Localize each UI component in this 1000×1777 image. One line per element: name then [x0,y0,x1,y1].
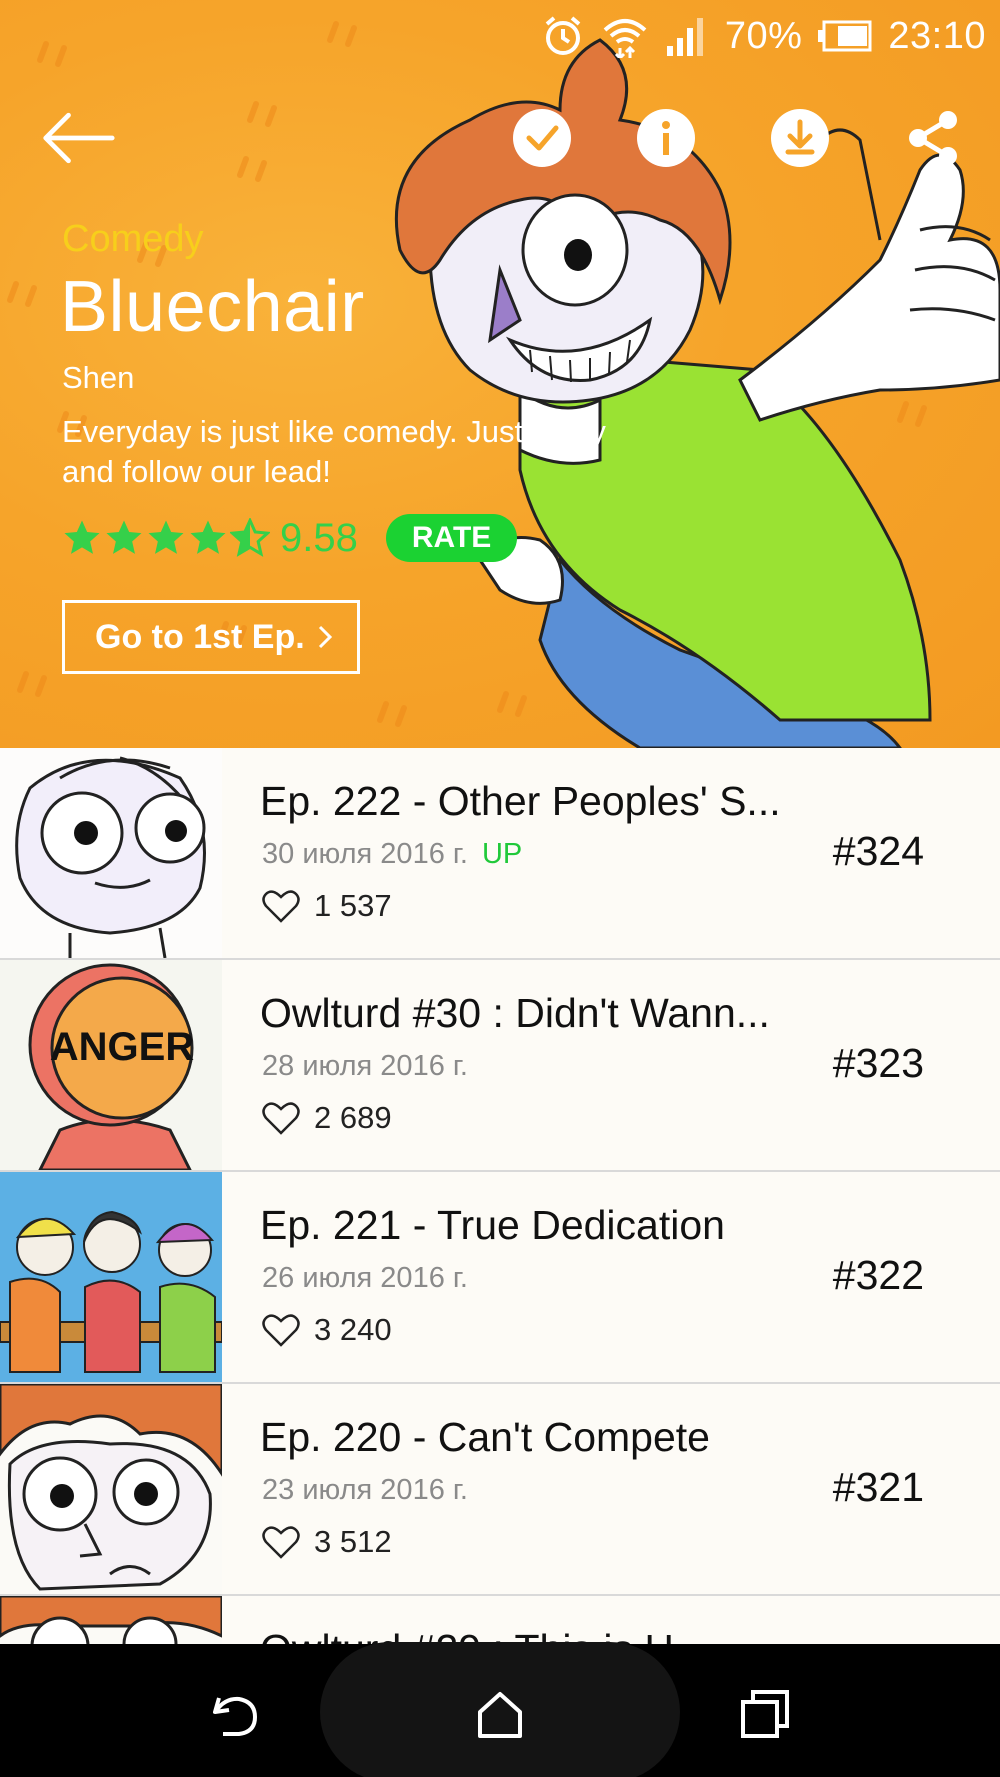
action-bar [0,100,1000,176]
rate-button[interactable]: RATE [385,514,518,562]
clock: 23:10 [888,14,986,57]
heart-icon [262,1102,300,1135]
episode-likes: 3 512 [262,1524,392,1560]
star-icon [148,520,184,554]
episode-date: 28 июля 2016 г. [262,1050,468,1083]
info-button[interactable] [628,100,704,176]
episode-thumbnail [0,1384,222,1594]
share-icon [909,111,957,165]
heart-icon [262,1526,300,1559]
episode-number: #323 [832,1040,924,1086]
battery-icon [818,20,872,52]
back-arrow-icon [43,112,115,164]
battery-percent: 70% [724,14,803,57]
episode-date-text: 30 июля 2016 г. [262,838,468,870]
episode-title: Ep. 221 - True Dedication [260,1202,725,1248]
checkmark-icon [513,109,571,167]
rating-value: 9.58 [280,515,358,560]
episode-date-text: 23 июля 2016 г. [262,1474,468,1506]
recents-nav-icon [741,1690,789,1738]
info-icon [637,109,695,167]
heart-icon [262,890,300,923]
episode-date: 26 июля 2016 г. [262,1262,468,1295]
series-description: Everyday is just like comedy. Just enjoy… [62,414,606,489]
episode-date: 30 июля 2016 г. UP [262,838,522,871]
episode-row[interactable]: Ep. 222 - Other Peoples' S... 30 июля 20… [0,748,1000,960]
series-header: 70% 23:10 Comedy Bluechair Shen Everyday… [0,0,1000,748]
episode-thumbnail: ANGER [0,960,222,1170]
episode-list: Ep. 222 - Other Peoples' S... 30 июля 20… [0,748,1000,1644]
likes-count: 1 537 [314,888,392,923]
episode-number: #324 [832,828,924,874]
status-bar: 70% 23:10 [0,0,1000,72]
episode-row[interactable]: ANGER Owlturd #30 : Didn't Wann... 28 ию… [0,960,1000,1172]
wifi-icon [603,19,647,58]
rating-row: 9.58 RATE [62,512,518,564]
chevron-right-icon [318,625,332,649]
first-episode-label: Go to 1st Ep. [95,617,305,656]
star-icon [64,520,100,554]
episode-date: 23 июля 2016 г. [262,1474,468,1507]
likes-count: 2 689 [314,1100,392,1135]
subscribe-button[interactable] [504,100,580,176]
episode-likes: 3 240 [262,1312,392,1348]
likes-count: 3 240 [314,1312,392,1347]
episode-title: Ep. 220 - Can't Compete [260,1414,710,1460]
episode-thumbnail [0,1172,222,1382]
rating-stars [62,518,270,558]
download-button[interactable] [762,100,838,176]
episode-likes: 1 537 [262,888,392,924]
thumbnail-text: ANGER [50,1025,195,1069]
back-button[interactable] [40,100,116,176]
half-star-icon [230,518,270,557]
star-icon [106,520,142,554]
likes-count: 3 512 [314,1524,392,1559]
share-button[interactable] [896,100,972,176]
episode-number: #321 [832,1464,924,1510]
series-title: Bluechair [60,267,365,347]
download-icon [771,109,829,167]
alarm-icon [545,16,581,55]
episode-title: Owlturd #30 : Didn't Wann... [260,990,770,1036]
episode-row[interactable]: Owlturd #29 : This is H... [0,1596,1000,1644]
episode-likes: 2 689 [262,1100,392,1136]
up-badge: UP [481,838,523,870]
system-navigation-bar [0,1642,1000,1777]
recents-nav-button[interactable] [735,1684,795,1744]
star-icon [190,520,226,554]
heart-icon [262,1314,300,1347]
episode-date-text: 28 июля 2016 г. [262,1050,468,1082]
episode-thumbnail [0,1596,222,1644]
back-nav-button[interactable] [205,1684,265,1744]
go-to-first-episode-button[interactable]: Go to 1st Ep. [62,600,360,674]
episode-row[interactable]: Ep. 220 - Can't Compete 23 июля 2016 г. … [0,1384,1000,1596]
home-nav-button[interactable] [470,1684,530,1744]
back-nav-icon [213,1696,258,1736]
home-nav-icon [478,1692,522,1738]
author-name: Shen [62,360,135,395]
genre-label: Comedy [62,218,204,260]
episode-thumbnail [0,748,222,958]
episode-row[interactable]: Ep. 221 - True Dedication 26 июля 2016 г… [0,1172,1000,1384]
signal-icon [666,18,703,56]
episode-number: #322 [832,1252,924,1298]
episode-title: Ep. 222 - Other Peoples' S... [260,778,781,824]
episode-date-text: 26 июля 2016 г. [262,1262,468,1294]
